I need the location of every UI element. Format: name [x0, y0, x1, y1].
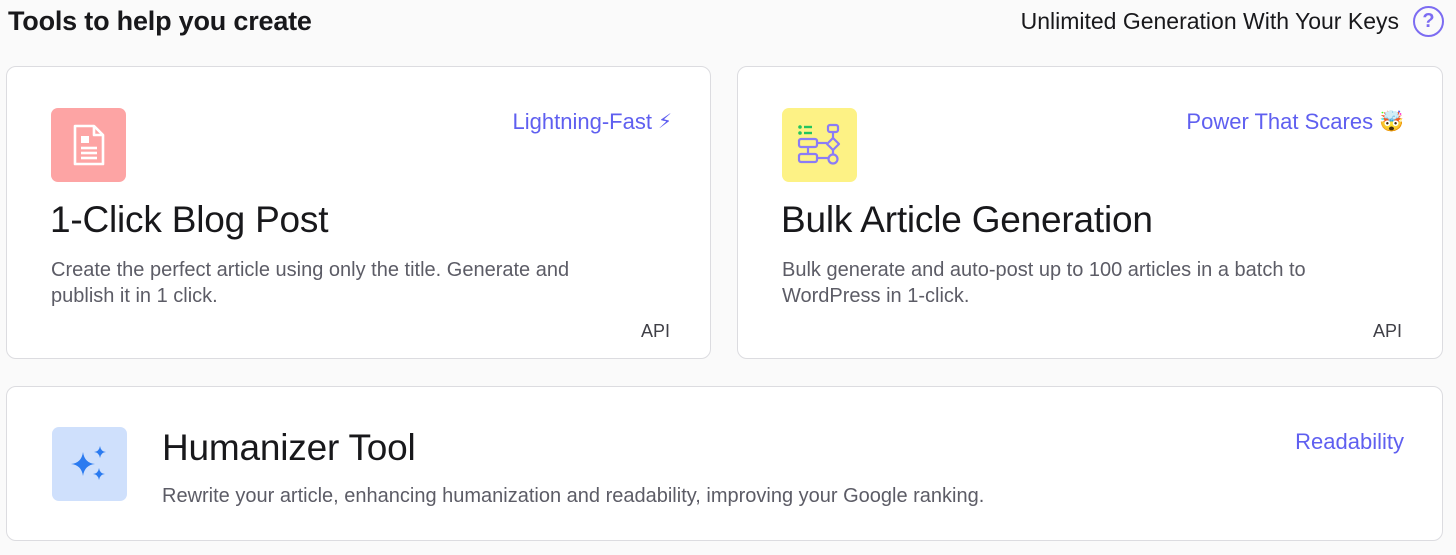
flowchart-icon — [797, 123, 840, 165]
badge-label: Power That Scares — [1186, 109, 1374, 134]
tool-badge: Readability — [1295, 427, 1404, 457]
tool-card-humanizer[interactable]: Readability Humanizer Tool Rewrite your … — [6, 386, 1443, 541]
tool-icon-tile — [52, 427, 127, 501]
tool-badge: Lightning-Fast ⚡ — [513, 107, 672, 137]
tool-card-bulk-article[interactable]: Power That Scares 🤯 Bulk Article Generat… — [737, 66, 1443, 359]
unlimited-generation-link[interactable]: Unlimited Generation With Your Keys — [1021, 4, 1399, 38]
tool-description: Rewrite your article, enhancing humaniza… — [162, 485, 985, 507]
mind-blown-icon: 🤯 — [1379, 111, 1404, 133]
api-label: API — [1372, 321, 1402, 341]
header-actions: Unlimited Generation With Your Keys ? — [1021, 4, 1444, 38]
tool-title: 1-Click Blog Post — [50, 199, 329, 240]
tool-description: Create the perfect article using only th… — [51, 259, 570, 307]
tool-title: Humanizer Tool — [162, 427, 416, 468]
tools-page: Tools to help you create Unlimited Gener… — [0, 0, 1456, 555]
tool-card-blog-post[interactable]: Lightning-Fast ⚡ 1-Click Blog Post Creat… — [6, 66, 711, 359]
badge-label: Readability — [1295, 429, 1404, 454]
help-icon[interactable]: ? — [1413, 5, 1444, 37]
lightning-icon: ⚡ — [657, 111, 672, 133]
tool-badge: Power That Scares 🤯 — [1186, 107, 1404, 137]
tool-title: Bulk Article Generation — [781, 199, 1153, 240]
tool-icon-tile — [782, 108, 857, 182]
tool-description: Bulk generate and auto-post up to 100 ar… — [782, 259, 1306, 307]
page-title: Tools to help you create — [8, 6, 312, 36]
document-icon — [73, 124, 104, 166]
tool-icon-tile — [51, 108, 126, 182]
badge-label: Lightning-Fast — [512, 109, 652, 134]
sparkles-icon — [70, 446, 106, 480]
api-label: API — [640, 321, 670, 341]
